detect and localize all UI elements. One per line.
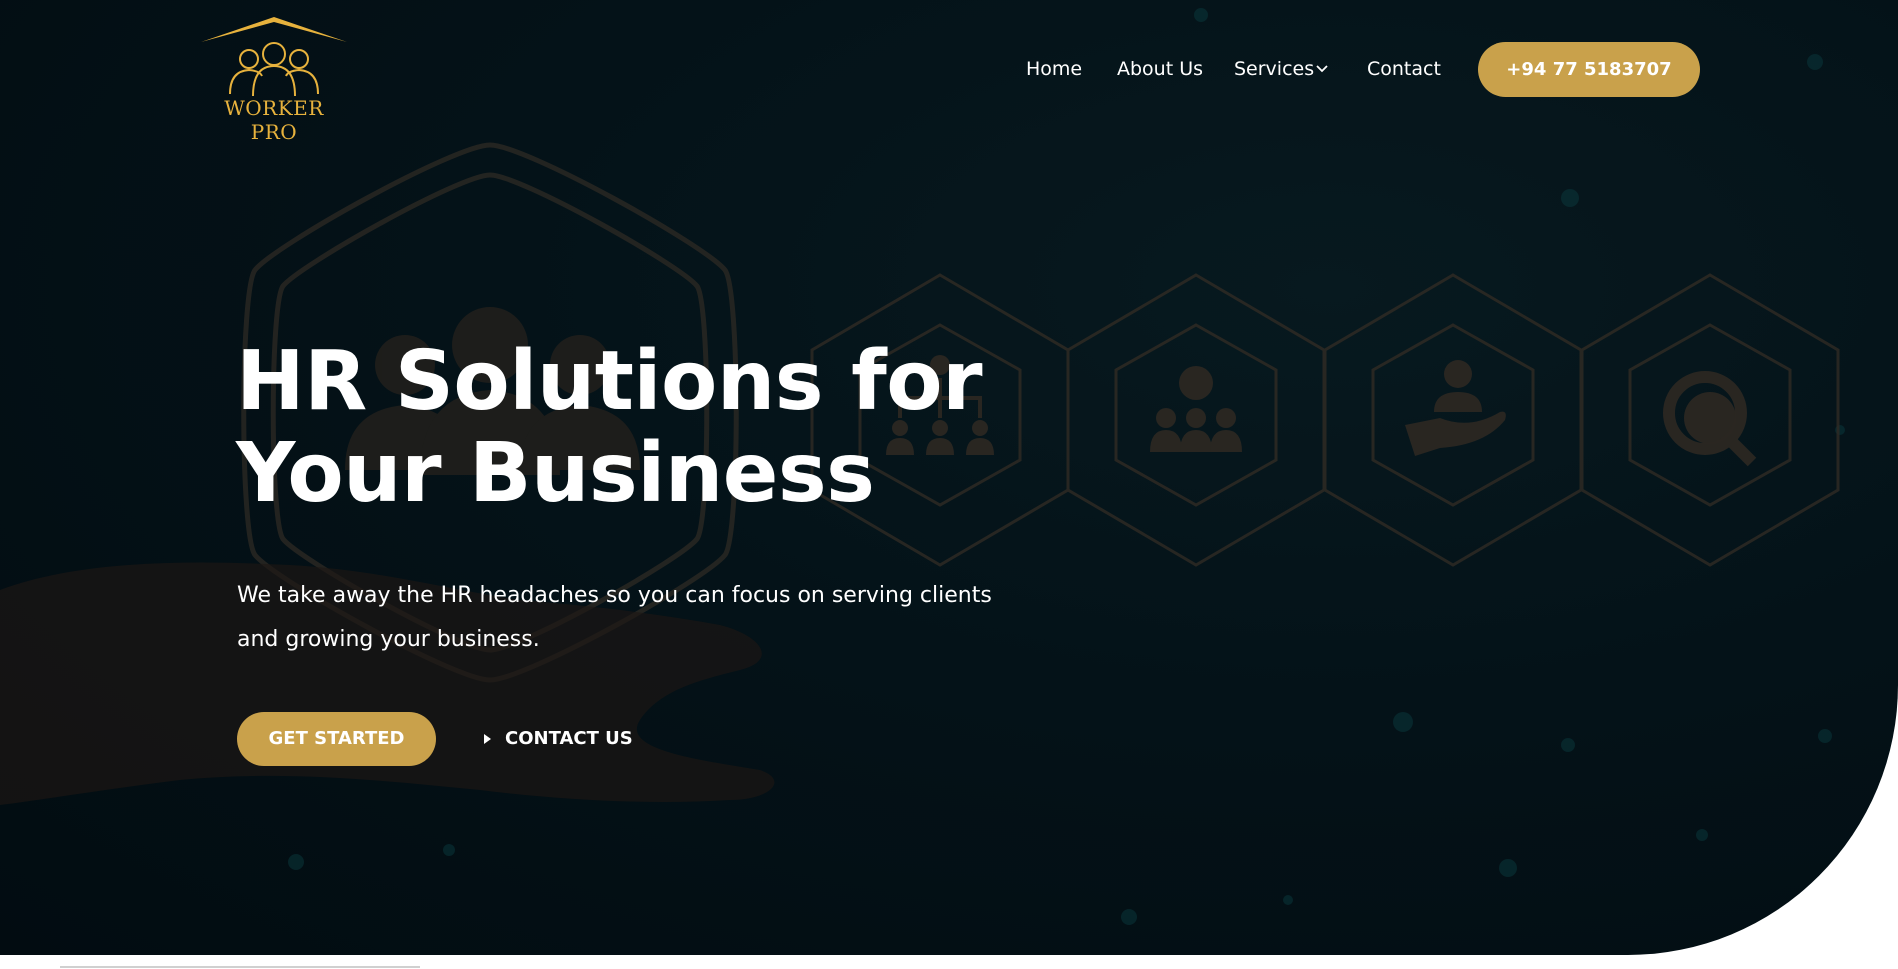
contact-us-button[interactable]: CONTACT US	[483, 712, 643, 766]
people-roof-icon	[201, 17, 347, 97]
brand-name: WORKER PRO	[224, 96, 324, 144]
nav-services[interactable]: Services	[1234, 58, 1314, 80]
brand-logo[interactable]: WORKER PRO	[198, 14, 350, 144]
hero-subtitle-line-1: We take away the HR headaches so you can…	[237, 583, 992, 608]
contact-us-label: CONTACT US	[505, 728, 633, 749]
hero-subtitle: We take away the HR headaches so you can…	[237, 574, 1017, 662]
hero-section: WORKER PRO Home About Us Services Contac…	[0, 0, 1898, 955]
hero-subtitle-line-2: and growing your business.	[237, 627, 540, 652]
nav-home[interactable]: Home	[1026, 58, 1082, 80]
nav-about-us[interactable]: About Us	[1117, 58, 1203, 80]
chevron-down-icon[interactable]	[1315, 62, 1329, 76]
site-header: WORKER PRO Home About Us Services Contac…	[0, 0, 1898, 144]
phone-button[interactable]: +94 77 5183707	[1478, 42, 1700, 97]
hero-title: HR Solutions for Your Business	[236, 336, 1136, 520]
hero-title-line-1: HR Solutions for	[236, 334, 983, 429]
get-started-button[interactable]: GET STARTED	[237, 712, 436, 766]
nav-contact[interactable]: Contact	[1367, 58, 1441, 80]
divider	[60, 966, 420, 968]
play-icon	[484, 734, 491, 744]
hero-title-line-2: Your Business	[236, 426, 875, 521]
